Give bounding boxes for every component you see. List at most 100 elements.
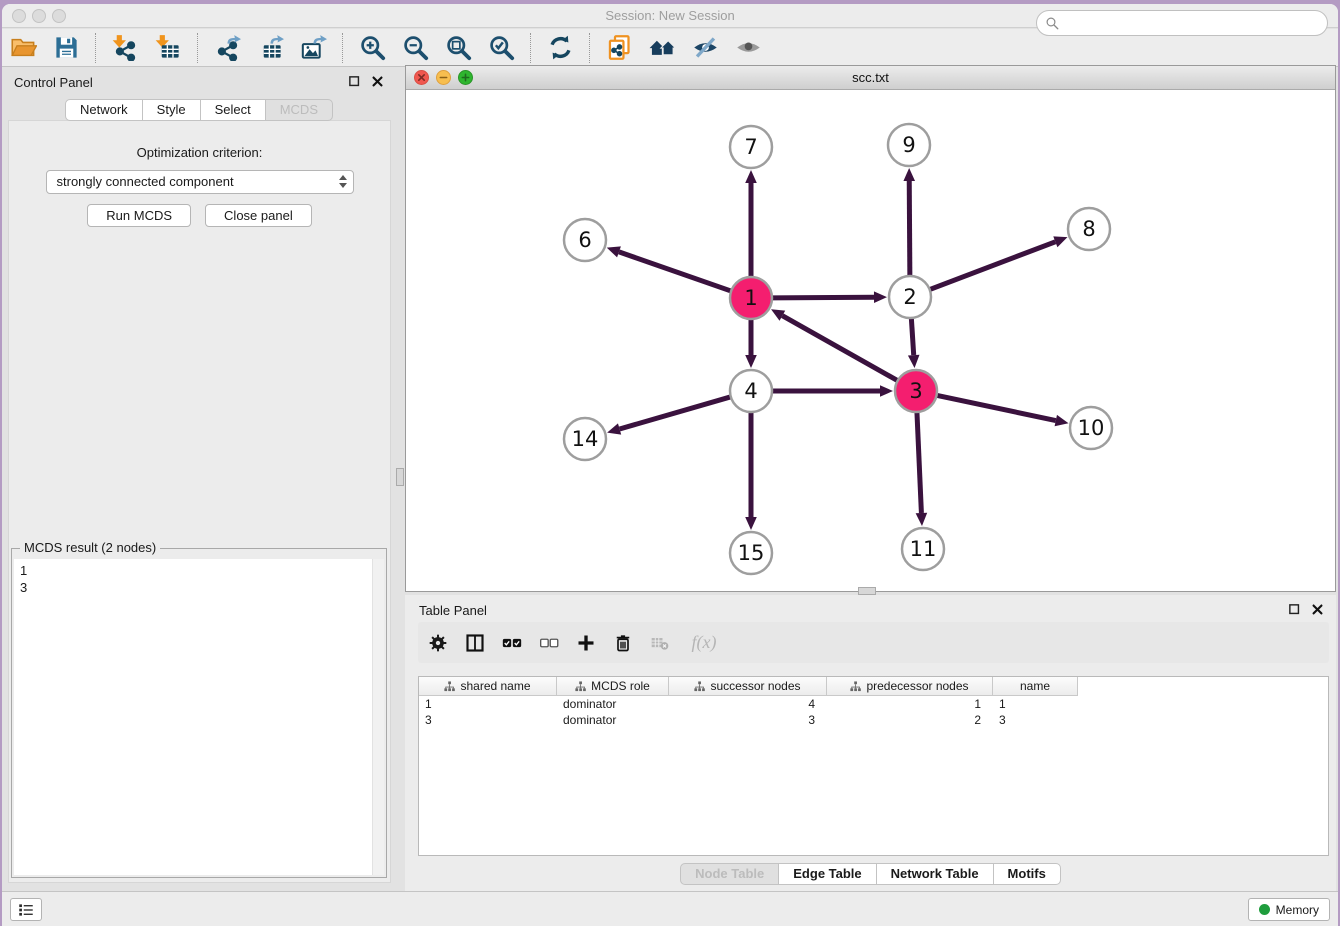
table-cell[interactable]: 1 <box>827 696 993 712</box>
open-file-icon[interactable] <box>8 33 38 63</box>
close-panel-icon[interactable] <box>369 73 386 90</box>
table-cell[interactable]: 1 <box>419 696 557 712</box>
export-network-icon[interactable] <box>212 33 242 63</box>
graph-edge-2-9[interactable] <box>909 181 910 276</box>
graph-node-label: 11 <box>910 537 937 561</box>
zoom-out-icon[interactable] <box>400 33 430 63</box>
task-history-button[interactable] <box>10 898 42 921</box>
import-network-icon[interactable] <box>110 33 140 63</box>
column-header-shared-name[interactable]: shared name <box>419 677 557 696</box>
graph-edge-1-6[interactable] <box>619 252 731 291</box>
settings-icon[interactable] <box>428 633 448 653</box>
mcds-result-group: MCDS result (2 nodes) 13 <box>11 548 387 878</box>
graph-edge-3-10[interactable] <box>937 395 1056 420</box>
table-cell[interactable]: 2 <box>827 712 993 728</box>
tab-node-table[interactable]: Node Table <box>680 863 779 885</box>
network-window-titlebar: scc.txt <box>406 66 1335 90</box>
graph-edge-3-1[interactable] <box>782 316 897 381</box>
mcds-result-line: 1 <box>20 562 378 579</box>
first-neighbors-icon[interactable] <box>647 33 677 63</box>
table-row[interactable]: 1dominator411 <box>419 696 1328 712</box>
mcds-panel: Optimization criterion: strongly connect… <box>8 120 391 883</box>
tab-select[interactable]: Select <box>200 99 266 121</box>
zoom-selected-icon[interactable] <box>486 33 516 63</box>
graph-node-label: 9 <box>902 133 915 157</box>
network-canvas[interactable]: 7968124314101511 <box>406 90 1335 591</box>
memory-button[interactable]: Memory <box>1248 898 1330 921</box>
search-input[interactable] <box>1064 16 1327 31</box>
add-row-icon[interactable] <box>576 633 596 653</box>
table-toolbar: f(x) <box>418 622 1329 663</box>
zoom-fit-icon[interactable] <box>443 33 473 63</box>
memory-label: Memory <box>1276 903 1319 917</box>
import-table-icon[interactable] <box>153 33 183 63</box>
table-cell[interactable]: 4 <box>669 696 827 712</box>
tab-network-table[interactable]: Network Table <box>876 863 994 885</box>
graph-node-label: 7 <box>744 135 757 159</box>
result-scrollbar[interactable] <box>372 559 384 875</box>
search-box[interactable] <box>1036 10 1328 36</box>
tab-style[interactable]: Style <box>142 99 201 121</box>
app-window: Session: New Session Control Panel Netwo… <box>2 4 1338 926</box>
refresh-icon[interactable] <box>545 33 575 63</box>
deselect-all-icon[interactable] <box>539 633 559 653</box>
column-header-MCDS-role[interactable]: MCDS role <box>557 677 669 696</box>
graph-edge-2-8[interactable] <box>930 242 1056 290</box>
graph-edge-2-3[interactable] <box>911 318 913 355</box>
table-cell[interactable]: 1 <box>993 696 1078 712</box>
graph-edge-arrow <box>607 246 621 257</box>
memory-status-icon <box>1259 904 1270 915</box>
graph-edge-arrow <box>745 517 757 530</box>
table-cell[interactable]: dominator <box>557 696 669 712</box>
export-table-icon[interactable] <box>255 33 285 63</box>
select-all-icon[interactable] <box>502 633 522 653</box>
show-all-icon[interactable] <box>733 33 763 63</box>
table-row[interactable]: 3dominator323 <box>419 712 1328 728</box>
hide-selected-icon[interactable] <box>690 33 720 63</box>
delete-row-icon[interactable] <box>613 633 633 653</box>
graph-edge-3-11[interactable] <box>917 412 921 513</box>
graph-edge-4-14[interactable] <box>620 397 731 429</box>
graph-node-label: 14 <box>572 427 599 451</box>
criterion-value: strongly connected component <box>57 174 234 189</box>
zoom-in-icon[interactable] <box>357 33 387 63</box>
tab-motifs[interactable]: Motifs <box>993 863 1061 885</box>
horizontal-splitter-handle[interactable] <box>858 587 876 595</box>
column-header-name[interactable]: name <box>993 677 1078 696</box>
clone-network-icon[interactable] <box>604 33 634 63</box>
column-header-predecessor-nodes[interactable]: predecessor nodes <box>827 677 993 696</box>
float-table-panel-icon[interactable] <box>1286 601 1303 618</box>
graph-edge-arrow <box>1053 236 1067 247</box>
table-panel: Table Panel f(x) shared nameMCDS rolesuc… <box>405 595 1336 891</box>
column-header-successor-nodes[interactable]: successor nodes <box>669 677 827 696</box>
graph-edge-1-2[interactable] <box>772 297 874 298</box>
toolbar-separator <box>197 33 198 63</box>
table-cell[interactable]: 3 <box>669 712 827 728</box>
node-table: shared nameMCDS rolesuccessor nodesprede… <box>418 676 1329 856</box>
tab-mcds[interactable]: MCDS <box>265 99 333 121</box>
split-panel-icon[interactable] <box>465 633 485 653</box>
table-panel-title: Table Panel <box>419 603 487 618</box>
graph-edge-arrow <box>874 291 887 303</box>
mcds-result-textarea[interactable]: 13 <box>14 559 384 875</box>
table-cell[interactable]: 3 <box>993 712 1078 728</box>
tab-edge-table[interactable]: Edge Table <box>778 863 876 885</box>
float-panel-icon[interactable] <box>346 73 363 90</box>
vertical-splitter-handle[interactable] <box>396 468 404 486</box>
export-image-icon[interactable] <box>298 33 328 63</box>
network-window-title: scc.txt <box>406 70 1335 85</box>
function-builder-icon: f(x) <box>687 633 721 653</box>
graph-node-label: 8 <box>1082 217 1095 241</box>
table-cell[interactable]: 3 <box>419 712 557 728</box>
save-session-icon[interactable] <box>51 33 81 63</box>
table-cell[interactable]: dominator <box>557 712 669 728</box>
graph-edge-arrow <box>745 355 757 368</box>
tab-network[interactable]: Network <box>65 99 143 121</box>
criterion-select[interactable]: strongly connected component <box>46 170 354 194</box>
graph-node-label: 6 <box>578 228 591 252</box>
delete-table-icon <box>650 633 670 653</box>
close-table-panel-icon[interactable] <box>1309 601 1326 618</box>
search-icon <box>1045 16 1060 31</box>
close-panel-button[interactable]: Close panel <box>205 204 312 227</box>
run-mcds-button[interactable]: Run MCDS <box>87 204 191 227</box>
